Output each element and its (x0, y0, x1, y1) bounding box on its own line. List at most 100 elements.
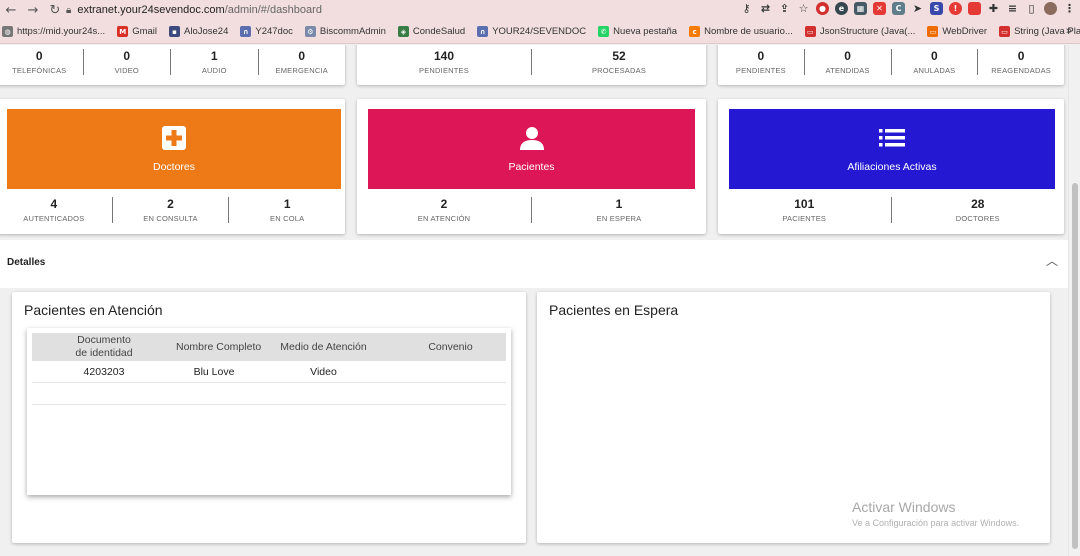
bookmark-item[interactable]: c Nombre de usuario... (689, 26, 793, 37)
send-icon[interactable]: ➤ (911, 2, 924, 15)
stat-value: 0 (298, 49, 306, 63)
puzzle-icon[interactable]: ✚ (987, 2, 1000, 15)
oracle-icon: ▭ (804, 26, 816, 37)
bookmark-item[interactable]: ∩ YOUR24/SEVENDOC (477, 26, 586, 37)
extension-icon[interactable]: ● (816, 2, 829, 15)
lock-icon: 🔒︎ (66, 4, 72, 16)
bookmark-item[interactable]: ◍ https://mid.your24s... (2, 26, 105, 37)
globe-icon: ◍ (2, 26, 13, 37)
afiliaciones-stat: 101 PACIENTES (718, 197, 892, 223)
stat-value: 0 (1017, 49, 1025, 63)
bookmark-item[interactable]: ⚙ BiscommAdmin (304, 26, 386, 37)
forward-arrow-icon[interactable]: → (22, 3, 44, 18)
person-icon (519, 127, 544, 150)
address-bar[interactable]: 🔒︎ extranet.your24sevendoc.com/admin/#/d… (66, 1, 706, 19)
doctores-stat: 2 EN CONSULTA (113, 197, 230, 223)
sidebar-icon[interactable]: ▯ (1025, 2, 1038, 15)
afiliaciones-card: Afiliaciones Activas 101 PACIENTES 28 DOCTO… (718, 99, 1064, 234)
extension-icon[interactable]: S (930, 2, 943, 15)
scrollbar-thumb[interactable] (1072, 183, 1078, 549)
cell-medio: Video (310, 365, 337, 378)
page-scrollbar[interactable] (1068, 45, 1080, 556)
extension-icon[interactable]: ! (949, 2, 962, 15)
bookmark-item[interactable]: ▪ AloJose24 (169, 26, 228, 37)
share-icon[interactable]: ⇪ (778, 2, 791, 15)
bookmark-item[interactable]: ✆ Nueva pestaña (598, 26, 677, 37)
pacientes-stat: 1 EN ESPERA (532, 197, 706, 223)
menu-icon[interactable]: ⋮ (1063, 2, 1076, 15)
stat-label: ANULADAS (913, 66, 956, 75)
doctores-title: Doctores (152, 161, 195, 173)
pacientes-espera-title: Pacientes en Espera (549, 302, 679, 318)
column-header[interactable]: Documento de identidad (32, 334, 176, 359)
stat-value: 0 (757, 49, 765, 63)
reload-icon[interactable]: ↻ (44, 3, 66, 18)
bookmark-icon: ▪ (169, 26, 180, 37)
stat-value: 1 (210, 49, 218, 63)
solicitudes-stat: 52 PROCESADAS (532, 49, 706, 75)
afiliaciones-tile[interactable]: Afiliaciones Activas (729, 109, 1055, 189)
doctores-tile[interactable]: Doctores (7, 109, 341, 189)
more-bookmarks-icon[interactable]: » (1066, 25, 1072, 37)
stat-label: AUDIO (201, 66, 227, 75)
doctores-stat: 1 EN COLA (229, 197, 345, 223)
consultas-stat: 0 VIDEO (84, 49, 171, 75)
stat-label: ATENDIDAS (825, 66, 870, 75)
bookmark-item[interactable]: ▭ WebDriver (927, 26, 987, 37)
stat-value: 0 (844, 49, 851, 63)
consultas-stat: 1 AUDIO (171, 49, 259, 75)
stat-label: EN ATENCIÓN (417, 214, 471, 223)
stat-value: 0 (123, 49, 131, 63)
stat-value: 28 (971, 197, 985, 211)
extension-icon[interactable]: ✕ (873, 2, 886, 15)
url-host: extranet.your24sevendoc.com (77, 4, 225, 16)
bookmark-label: https://mid.your24s... (17, 26, 106, 37)
pacientes-stat: 2 EN ATENCIÓN (357, 197, 532, 223)
back-arrow-icon[interactable]: ← (0, 3, 22, 18)
extension-icon[interactable]: C (892, 2, 905, 15)
pacientes-atencion-title: Pacientes en Atención (24, 302, 163, 318)
column-header[interactable]: Nombre Completo (176, 341, 261, 354)
oracle-icon: ▭ (999, 26, 1011, 37)
details-label: Detalles (7, 257, 46, 268)
stat-label: EN CONSULTA (143, 214, 198, 223)
whatsapp-icon: ✆ (598, 26, 610, 37)
bookmark-label: Nombre de usuario... (704, 26, 793, 37)
details-header[interactable]: Detalles ︿ (0, 240, 1068, 288)
translate-icon[interactable]: ⇄ (759, 2, 772, 15)
reading-list-icon[interactable]: ≡ (1006, 2, 1019, 15)
bookmark-label: CondeSalud (412, 26, 466, 37)
table-header: Documento de identidad Nombre Completo M… (32, 333, 506, 361)
citas-stat: 0 ATENDIDAS (805, 49, 892, 75)
bookmark-item[interactable]: M Gmail (117, 26, 157, 37)
bookmark-label: WebDriver (942, 26, 988, 37)
pacientes-tile[interactable]: Pacientes (368, 109, 695, 189)
citas-stat: 0 ANULADAS (892, 49, 979, 75)
stat-value: 1 (615, 197, 623, 211)
stat-label: REAGENDADAS (991, 66, 1051, 75)
chevron-up-icon[interactable]: ︿ (1046, 252, 1058, 269)
star-icon[interactable]: ☆ (797, 2, 810, 15)
pacientes-atencion-panel: Pacientes en Atención Documento de ident… (12, 292, 526, 543)
key-icon[interactable]: ⚷ (740, 2, 753, 15)
extension-icon[interactable]: ▦ (854, 2, 867, 15)
column-header[interactable]: Medio de Atención (252, 341, 395, 354)
url-path: /admin/#/dashboard (224, 4, 322, 16)
consultas-card: 0 TELEFÓNICAS 0 VIDEO 1 AUDIO 0 EMERGENCIA (0, 45, 345, 85)
bookmark-label: Nueva pestaña (613, 26, 678, 37)
bookmark-item[interactable]: ◈ CondeSalud (397, 26, 466, 37)
extension-icon[interactable]: e (835, 2, 848, 15)
stat-label: PENDIENTES (419, 66, 469, 75)
column-header[interactable]: Convenio (395, 341, 506, 354)
extension-icon[interactable] (968, 2, 981, 15)
doctores-card: Doctores 4 AUTENTICADOS 2 EN CONSULTA 1 EN CO… (0, 99, 345, 234)
stat-label: AUTENTICADOS (23, 214, 85, 223)
stat-label: PACIENTES (782, 214, 827, 223)
bookmark-label: Gmail (132, 26, 157, 37)
table-row[interactable]: 4203203 Blu Love Video (32, 361, 506, 383)
bookmark-item[interactable]: ▭ JsonStructure (Java(... (804, 26, 915, 37)
profile-avatar[interactable] (1044, 2, 1057, 15)
bookmark-item[interactable]: ∩ Y247doc (240, 26, 293, 37)
bookmark-label: BiscommAdmin (319, 26, 386, 37)
browser-toolbar: ← → ↻ 🔒︎ extranet.your24sevendoc.com/adm… (0, 0, 1080, 20)
